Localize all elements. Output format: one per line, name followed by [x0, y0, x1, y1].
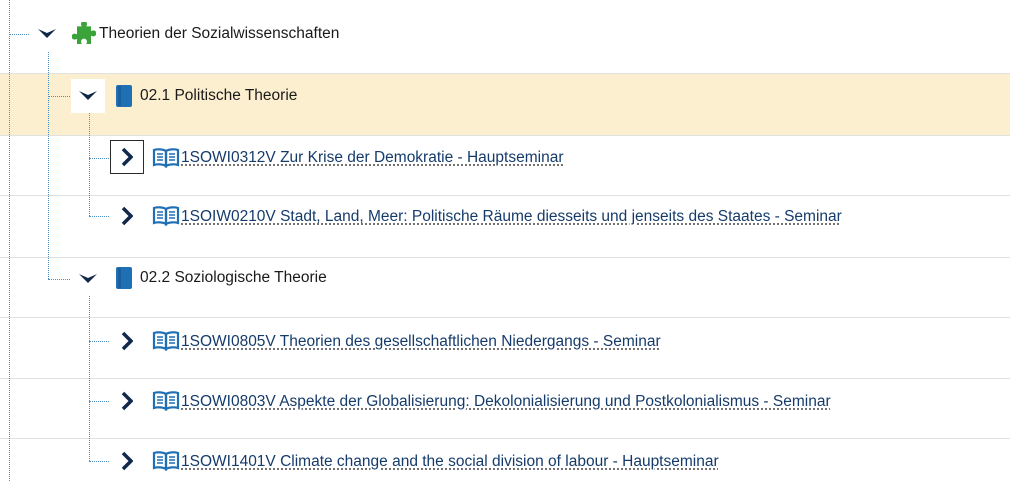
tree-line [9, 34, 31, 35]
open-book-icon [152, 206, 180, 226]
chevron-right-icon [121, 206, 133, 226]
tree-line [48, 96, 70, 97]
tree-line [89, 341, 109, 342]
open-book-icon [152, 331, 180, 351]
expand-toggle-course[interactable] [110, 199, 144, 233]
chevron-right-icon [121, 147, 133, 167]
chevron-down-icon [79, 274, 97, 283]
tree-line [89, 401, 109, 402]
expand-toggle-course[interactable] [110, 140, 144, 174]
tree-line [48, 50, 49, 279]
tree-line [89, 296, 90, 461]
course-link[interactable]: 1SOWI0312V Zur Krise der Demokratie - Ha… [181, 148, 563, 168]
tree-node-label-group[interactable]: 02.2 Soziologische Theorie [140, 268, 327, 288]
open-book-icon [152, 451, 180, 471]
collapse-toggle-soziologische-theorie[interactable] [71, 262, 105, 296]
course-link[interactable]: 1SOIW0210V Stadt, Land, Meer: Politische… [181, 207, 842, 227]
chevron-right-icon [121, 331, 133, 351]
tree-line [89, 112, 90, 216]
book-icon [115, 84, 133, 108]
chevron-down-icon [79, 91, 97, 100]
collapse-toggle-root[interactable] [30, 17, 64, 51]
chevron-right-icon [121, 451, 133, 471]
open-book-icon [152, 391, 180, 411]
course-tree: Theorien der Sozialwissenschaften 02.1 P… [0, 0, 1010, 481]
course-link[interactable]: 1SOWI1401V Climate change and the social… [181, 452, 719, 472]
tree-line [9, 0, 10, 481]
book-icon [115, 266, 133, 290]
tree-node-label-root[interactable]: Theorien der Sozialwissenschaften [99, 24, 339, 44]
tree-line [48, 279, 70, 280]
expand-toggle-course[interactable] [110, 384, 144, 418]
tree-line [89, 216, 109, 217]
course-link[interactable]: 1SOWI0803V Aspekte der Globalisierung: D… [181, 392, 831, 412]
chevron-down-icon [38, 29, 56, 38]
course-link[interactable]: 1SOWI0805V Theorien des gesellschaftlich… [181, 332, 661, 352]
collapse-toggle-politische-theorie[interactable] [71, 79, 105, 113]
tree-line [89, 158, 109, 159]
chevron-right-icon [121, 391, 133, 411]
open-book-icon [152, 148, 180, 168]
tree-line [89, 461, 109, 462]
expand-toggle-course[interactable] [110, 444, 144, 478]
puzzle-icon [72, 22, 96, 46]
tree-node-label-group[interactable]: 02.1 Politische Theorie [140, 86, 297, 106]
expand-toggle-course[interactable] [110, 324, 144, 358]
